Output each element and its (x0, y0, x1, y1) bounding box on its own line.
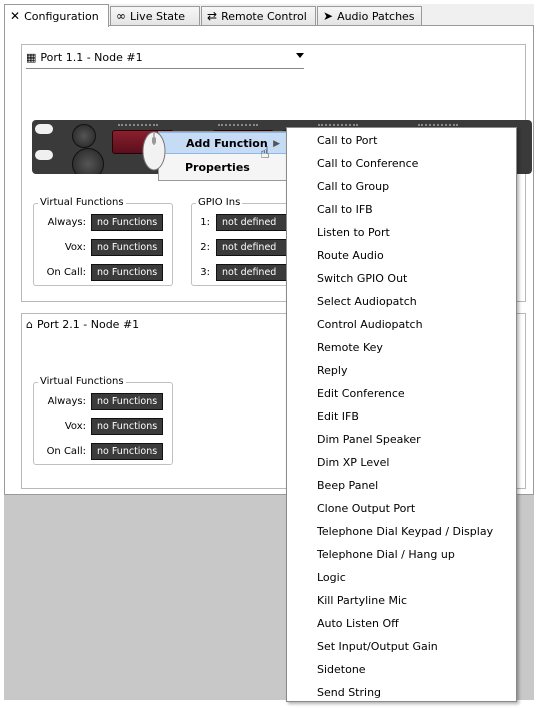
submenu-item[interactable]: Beep Panel (317, 479, 378, 492)
mouse-icon (141, 127, 167, 171)
virtual-row: Vox: no Functions (34, 239, 164, 256)
panel-knob[interactable] (72, 148, 104, 174)
virtual-functions-title: Virtual Functions (38, 197, 126, 208)
gpio-row-label: 3: (200, 267, 210, 278)
virtual-row: Always: no Functions (34, 393, 164, 410)
menu-item-label: Properties (185, 161, 250, 174)
gpio-ins-title: GPIO Ins (196, 197, 243, 208)
submenu-item[interactable]: Dim Panel Speaker (317, 433, 421, 446)
submenu-item[interactable]: Kill Partyline Mic (317, 594, 407, 607)
submenu-item[interactable]: Reply (317, 364, 347, 377)
hand-cursor-icon: ☝ (260, 143, 270, 162)
panel-knob[interactable] (72, 124, 96, 148)
virtual-functions-group: Virtual Functions Always: no Functions V… (33, 197, 173, 286)
gpio-row: 1: not defined (192, 214, 290, 231)
submenu-item[interactable]: Listen to Port (317, 226, 390, 239)
submenu-item[interactable]: Auto Listen Off (317, 617, 399, 630)
gpio-row-label: 2: (200, 242, 210, 253)
panel-led (35, 124, 53, 134)
tab-live-state[interactable]: ∞ Live State (110, 6, 200, 25)
virtual-row: On Call: no Functions (34, 443, 164, 460)
arrow-icon: ➤ (323, 9, 334, 23)
submenu-item[interactable]: Sidetone (317, 663, 366, 676)
gpio-value-chip[interactable]: not defined (216, 214, 290, 231)
submenu-item[interactable]: Control Audiopatch (317, 318, 423, 331)
menu-item-label: Add Function (186, 137, 268, 150)
submenu-item[interactable]: Select Audiopatch (317, 295, 417, 308)
virtual-functions-group: Virtual Functions Always: no Functions V… (33, 376, 173, 465)
submenu-item[interactable]: Telephone Dial Keypad / Display (317, 525, 493, 538)
submenu-item[interactable]: Clone Output Port (317, 502, 415, 515)
tab-bar: ✕ Configuration ∞ Live State ⇄ Remote Co… (4, 4, 534, 27)
port-header: ⌂ Port 2.1 - Node #1 (26, 318, 139, 331)
virtual-value-chip[interactable]: no Functions (91, 239, 164, 256)
submenu-item[interactable]: Call to Conference (317, 157, 418, 170)
submenu-item[interactable]: Send String (317, 686, 381, 699)
tab-audio-patches[interactable]: ➤ Audio Patches (317, 6, 422, 25)
add-function-submenu: Call to Port Call to Conference Call to … (286, 127, 517, 702)
port-icon: ⌂ (26, 318, 33, 331)
chevron-down-icon (296, 53, 304, 58)
tab-label: Configuration (24, 9, 99, 23)
submenu-item[interactable]: Remote Key (317, 341, 383, 354)
submenu-item[interactable]: Route Audio (317, 249, 384, 262)
panel-dots (218, 124, 258, 128)
virtual-value-chip[interactable]: no Functions (91, 393, 164, 410)
submenu-item[interactable]: Set Input/Output Gain (317, 640, 438, 653)
glasses-icon: ∞ (116, 9, 126, 23)
virtual-value-chip[interactable]: no Functions (91, 264, 164, 281)
gpio-value-chip[interactable]: not defined (216, 264, 290, 281)
submenu-item[interactable]: Call to Port (317, 134, 377, 147)
tab-remote-control[interactable]: ⇄ Remote Control (201, 6, 316, 25)
keypad-icon: ▦ (26, 51, 37, 64)
port-label: Port 2.1 - Node #1 (36, 318, 140, 331)
submenu-item[interactable]: Dim XP Level (317, 456, 389, 469)
submenu-item[interactable]: Edit IFB (317, 410, 359, 423)
virtual-row-label: On Call: (46, 446, 86, 457)
tab-label: Remote Control (221, 9, 307, 23)
tools-icon: ✕ (10, 9, 21, 23)
virtual-row-label: Always: (47, 396, 86, 407)
submenu-arrow-icon: ▶ (273, 139, 280, 149)
gpio-row: 2: not defined (192, 239, 290, 256)
submenu-item[interactable]: Call to Group (317, 180, 389, 193)
gpio-row-label: 1: (200, 217, 210, 228)
virtual-value-chip[interactable]: no Functions (91, 418, 164, 435)
tab-label: Live State (130, 9, 186, 23)
virtual-row-label: Always: (47, 217, 86, 228)
gpio-row: 3: not defined (192, 264, 290, 281)
virtual-value-chip[interactable]: no Functions (91, 214, 164, 231)
dropdown-underline (26, 68, 304, 69)
virtual-value-chip[interactable]: no Functions (91, 443, 164, 460)
virtual-row: Vox: no Functions (34, 418, 164, 435)
virtual-row: Always: no Functions (34, 214, 164, 231)
virtual-row-label: On Call: (46, 267, 86, 278)
tab-label: Audio Patches (337, 9, 415, 23)
virtual-row-label: Vox: (64, 421, 86, 432)
gpio-value-chip[interactable]: not defined (216, 239, 290, 256)
submenu-item[interactable]: Switch GPIO Out (317, 272, 407, 285)
port-label: Port 1.1 - Node #1 (40, 51, 143, 64)
remote-icon: ⇄ (207, 9, 218, 23)
submenu-item[interactable]: Telephone Dial / Hang up (317, 548, 455, 561)
submenu-item[interactable]: Edit Conference (317, 387, 405, 400)
virtual-row-label: Vox: (64, 242, 86, 253)
virtual-row: On Call: no Functions (34, 264, 164, 281)
submenu-item[interactable]: Logic (317, 571, 346, 584)
port-selector-dropdown[interactable]: ▦ Port 1.1 - Node #1 (26, 48, 304, 67)
virtual-functions-title: Virtual Functions (38, 376, 126, 387)
tab-configuration[interactable]: ✕ Configuration (4, 4, 109, 27)
submenu-item[interactable]: Call to IFB (317, 203, 373, 216)
panel-led (35, 150, 53, 160)
gpio-ins-group: GPIO Ins 1: not defined 2: not defined 3… (191, 197, 301, 286)
